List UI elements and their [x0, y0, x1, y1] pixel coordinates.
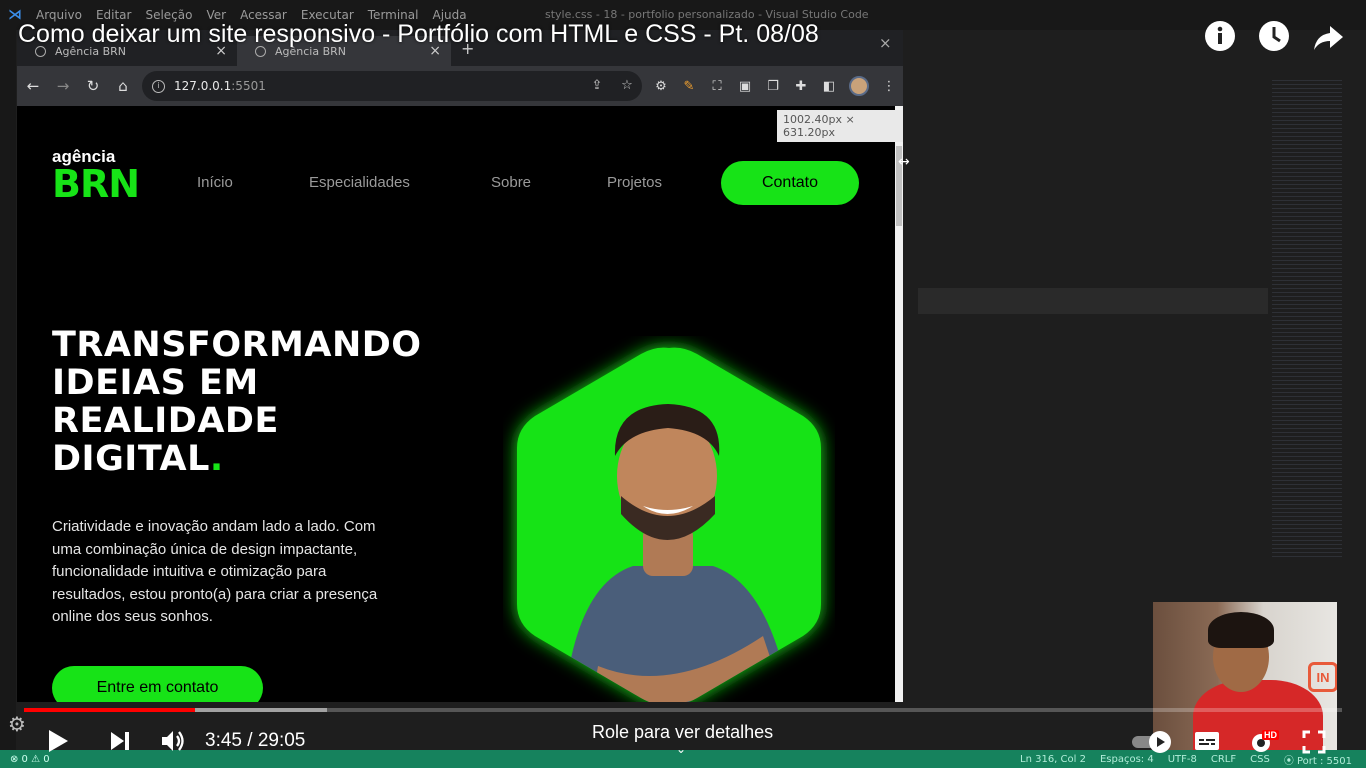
extension-picker-icon[interactable]: ✎: [675, 79, 703, 94]
back-icon[interactable]: ←: [19, 77, 47, 95]
brand-big: BRN: [52, 162, 140, 206]
hero-line: TRANSFORMANDO: [52, 325, 422, 365]
extensions-puzzle-icon[interactable]: ✚: [787, 79, 815, 94]
address-bar[interactable]: i 127.0.0.1:5501 ⇪ ☆: [142, 71, 642, 101]
extension-copy-icon[interactable]: ❐: [759, 79, 787, 94]
reload-icon[interactable]: ↻: [79, 77, 107, 95]
contato-button[interactable]: Contato: [721, 161, 859, 205]
hero-description: Criatividade e inovação andam lado a lad…: [52, 518, 378, 625]
share-icon[interactable]: ⇪: [582, 71, 612, 101]
webcam-hair: [1208, 612, 1274, 648]
page-scrollbar[interactable]: [895, 106, 903, 702]
resize-cursor-icon: ↔: [898, 154, 910, 170]
url-host: 127.0.0.1: [174, 79, 232, 93]
extension-screenshot-icon[interactable]: ⛶: [703, 79, 731, 94]
home-icon[interactable]: ⌂: [109, 77, 137, 95]
chevron-down-icon[interactable]: ⌄: [676, 742, 686, 756]
address-actions: ⇪ ☆: [582, 71, 642, 101]
viewport-size-tooltip: 1002.40px × 631.20px: [777, 110, 903, 142]
extension-gear-icon[interactable]: ⚙: [647, 79, 675, 94]
video-time: 3:45 / 29:05: [205, 730, 306, 751]
next-video-icon[interactable]: [108, 730, 132, 752]
browser-window: Agência BRN × Agência BRN × + × ← → ↻ ⌂ …: [17, 30, 903, 702]
video-controls: 3:45 / 29:05 Role para ver detalhes ⌄ HD: [0, 722, 1366, 758]
minimap[interactable]: [1272, 80, 1342, 560]
fullscreen-icon[interactable]: [1302, 730, 1326, 754]
entre-em-contato-button[interactable]: Entre em contato: [52, 666, 263, 702]
window-close-icon[interactable]: ×: [879, 34, 892, 52]
hero-line: DIGITAL: [52, 439, 210, 479]
url-port: :5501: [231, 79, 266, 93]
channel-logo: IN: [1308, 662, 1337, 692]
side-panel-icon[interactable]: ◧: [815, 79, 843, 94]
nav-projetos[interactable]: Projetos: [607, 174, 662, 191]
video-title[interactable]: Como deixar um site responsivo - Portfól…: [18, 20, 819, 49]
nav-sobre[interactable]: Sobre: [491, 174, 531, 191]
browser-toolbar: ← → ↻ ⌂ i 127.0.0.1:5501 ⇪ ☆ ⚙ ✎ ⛶ ▣ ❐ ✚…: [17, 66, 903, 106]
profile-avatar[interactable]: [849, 76, 869, 96]
autoplay-toggle[interactable]: [1130, 730, 1174, 754]
hero-line: REALIDADE: [52, 401, 279, 441]
subtitles-icon[interactable]: [1194, 730, 1220, 752]
site-info-icon[interactable]: i: [152, 79, 165, 93]
hero-title: TRANSFORMANDO IDEIAS EM REALIDADE DIGITA…: [52, 326, 452, 478]
extensions-row: ⚙ ✎ ⛶ ▣ ❐ ✚ ◧ ⋮: [647, 66, 903, 106]
browser-menu-icon[interactable]: ⋮: [875, 79, 903, 94]
nav-inicio[interactable]: Início: [197, 174, 233, 191]
activity-bar: [0, 30, 16, 750]
play-icon[interactable]: [46, 728, 70, 754]
hero-portrait-image: [517, 347, 821, 702]
played-bar: [24, 708, 196, 712]
share-arrow-icon[interactable]: [1312, 22, 1344, 54]
current-line-highlight: [918, 288, 1268, 314]
info-icon[interactable]: [1204, 20, 1236, 52]
brand-logo[interactable]: agência BRN: [52, 148, 140, 206]
extension-window-icon[interactable]: ▣: [731, 79, 759, 94]
hd-badge: HD: [1262, 730, 1279, 740]
volume-icon[interactable]: [160, 728, 186, 754]
hero-line: IDEIAS EM: [52, 363, 259, 403]
webpage: agência BRN Início Especialidades Sobre …: [17, 106, 895, 702]
forward-icon[interactable]: →: [49, 77, 77, 95]
watch-later-clock-icon[interactable]: [1258, 20, 1290, 52]
bookmark-star-icon[interactable]: ☆: [612, 71, 642, 101]
nav-especialidades[interactable]: Especialidades: [309, 174, 410, 191]
video-progress-bar[interactable]: [24, 708, 1342, 712]
hero-dot: .: [209, 439, 224, 479]
scroll-for-details[interactable]: Role para ver detalhes: [592, 722, 773, 743]
